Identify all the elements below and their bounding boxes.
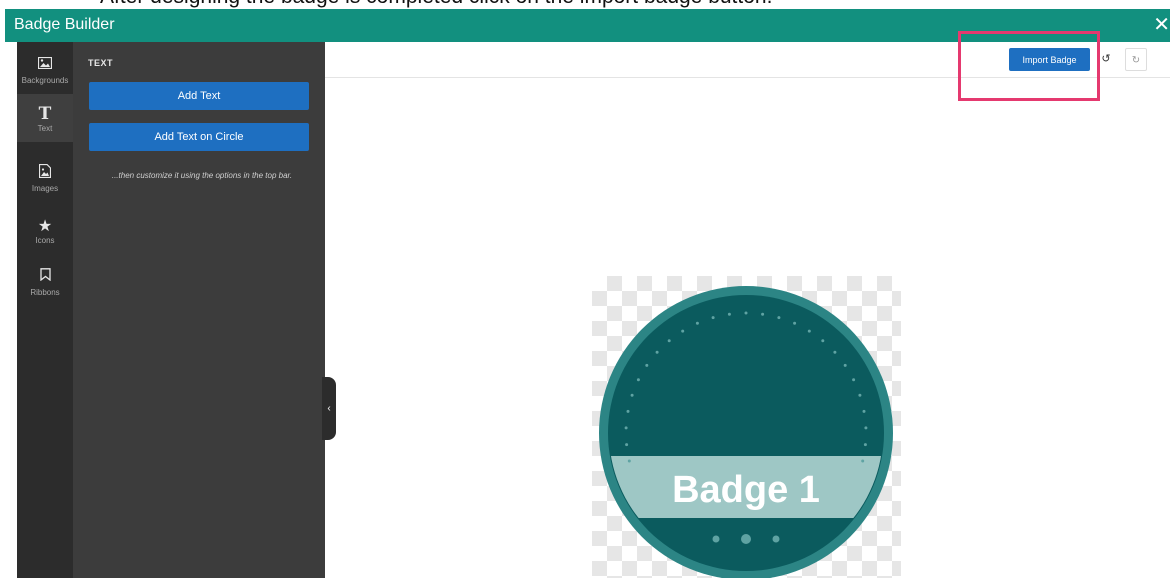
badge-arc-dot <box>627 459 631 463</box>
badge-arc-dot <box>864 426 868 430</box>
star-icon: ★ <box>37 218 53 235</box>
sidebar-item-label: Text <box>37 124 53 133</box>
badge-arc-dot <box>695 321 699 325</box>
text-panel: TEXT Add Text Add Text on Circle ...then… <box>73 42 325 578</box>
sidebar-item-backgrounds[interactable]: Backgrounds <box>17 46 73 94</box>
badge-arc-dot <box>862 409 866 413</box>
badge-arc-dot <box>624 426 628 430</box>
badge-arc-dot <box>807 329 811 333</box>
badge-arc-dot <box>821 339 825 343</box>
add-text-button[interactable]: Add Text <box>89 82 309 110</box>
sidebar-item-icons[interactable]: ★ Icons <box>17 206 73 254</box>
sidebar-item-label: Backgrounds <box>21 76 69 85</box>
highlight-box <box>958 31 1100 101</box>
add-text-on-circle-button[interactable]: Add Text on Circle <box>89 123 309 151</box>
close-icon[interactable]: ✕ <box>1153 12 1170 37</box>
badge-arc-dot <box>667 339 671 343</box>
sidebar-item-label: Icons <box>35 236 55 245</box>
badge-arc-dot <box>852 378 856 382</box>
badge-arc-dot <box>727 312 731 316</box>
badge-arc-dot <box>863 443 867 447</box>
badge-arc-dot <box>626 409 630 413</box>
badge-arc-dot <box>711 316 715 320</box>
panel-hint: ...then customize it using the options i… <box>111 171 293 180</box>
instruction-text: After designing the badge is completed c… <box>60 0 1160 8</box>
sidebar-item-label: Images <box>31 184 59 193</box>
badge-arc-dot <box>858 393 862 397</box>
badge-arc-dot <box>777 316 781 320</box>
text-icon: T <box>38 104 52 124</box>
sidebar-item-ribbons[interactable]: Ribbons <box>17 258 73 306</box>
badge-arc-dot <box>793 321 797 325</box>
badge-graphic[interactable]: Badge 1 <box>592 276 901 578</box>
badge-dot <box>741 534 751 544</box>
badge-arc-dot <box>630 393 634 397</box>
sidebar-item-label: Ribbons <box>30 288 60 297</box>
badge-dot <box>712 535 720 543</box>
instruction-label: After designing the badge is completed c… <box>100 0 772 8</box>
badge-arc-dot <box>861 459 865 463</box>
panel-heading: TEXT <box>88 58 114 68</box>
badge-arc-dot <box>833 350 837 354</box>
redo-icon[interactable]: ↻ <box>1125 48 1147 71</box>
sidebar-item-images[interactable]: Images <box>17 154 73 202</box>
badge-arc-dot <box>655 350 659 354</box>
badge-arc-dot <box>744 311 748 315</box>
badge-inner-circle <box>608 295 884 571</box>
file-image-icon <box>17 163 73 182</box>
tool-sidebar: Backgrounds T Text Images ★ Icons Ribbon… <box>17 42 73 578</box>
badge-arc-dot <box>625 443 629 447</box>
badge-arc-dot <box>843 363 847 367</box>
sidebar-item-text[interactable]: T Text <box>17 94 73 142</box>
badge-dot <box>772 535 780 543</box>
window-title: Badge Builder <box>14 16 115 33</box>
image-icon <box>17 56 73 74</box>
badge-arc-dot <box>761 312 765 316</box>
collapse-panel-handle[interactable]: ‹ <box>322 377 336 440</box>
badge-arc-dot <box>645 363 649 367</box>
badge-text: Badge 1 <box>672 469 820 511</box>
chevron-left-icon: ‹ <box>327 403 331 414</box>
bookmark-icon <box>17 268 73 286</box>
badge-arc-dot <box>681 329 685 333</box>
badge-arc-dot <box>636 378 640 382</box>
